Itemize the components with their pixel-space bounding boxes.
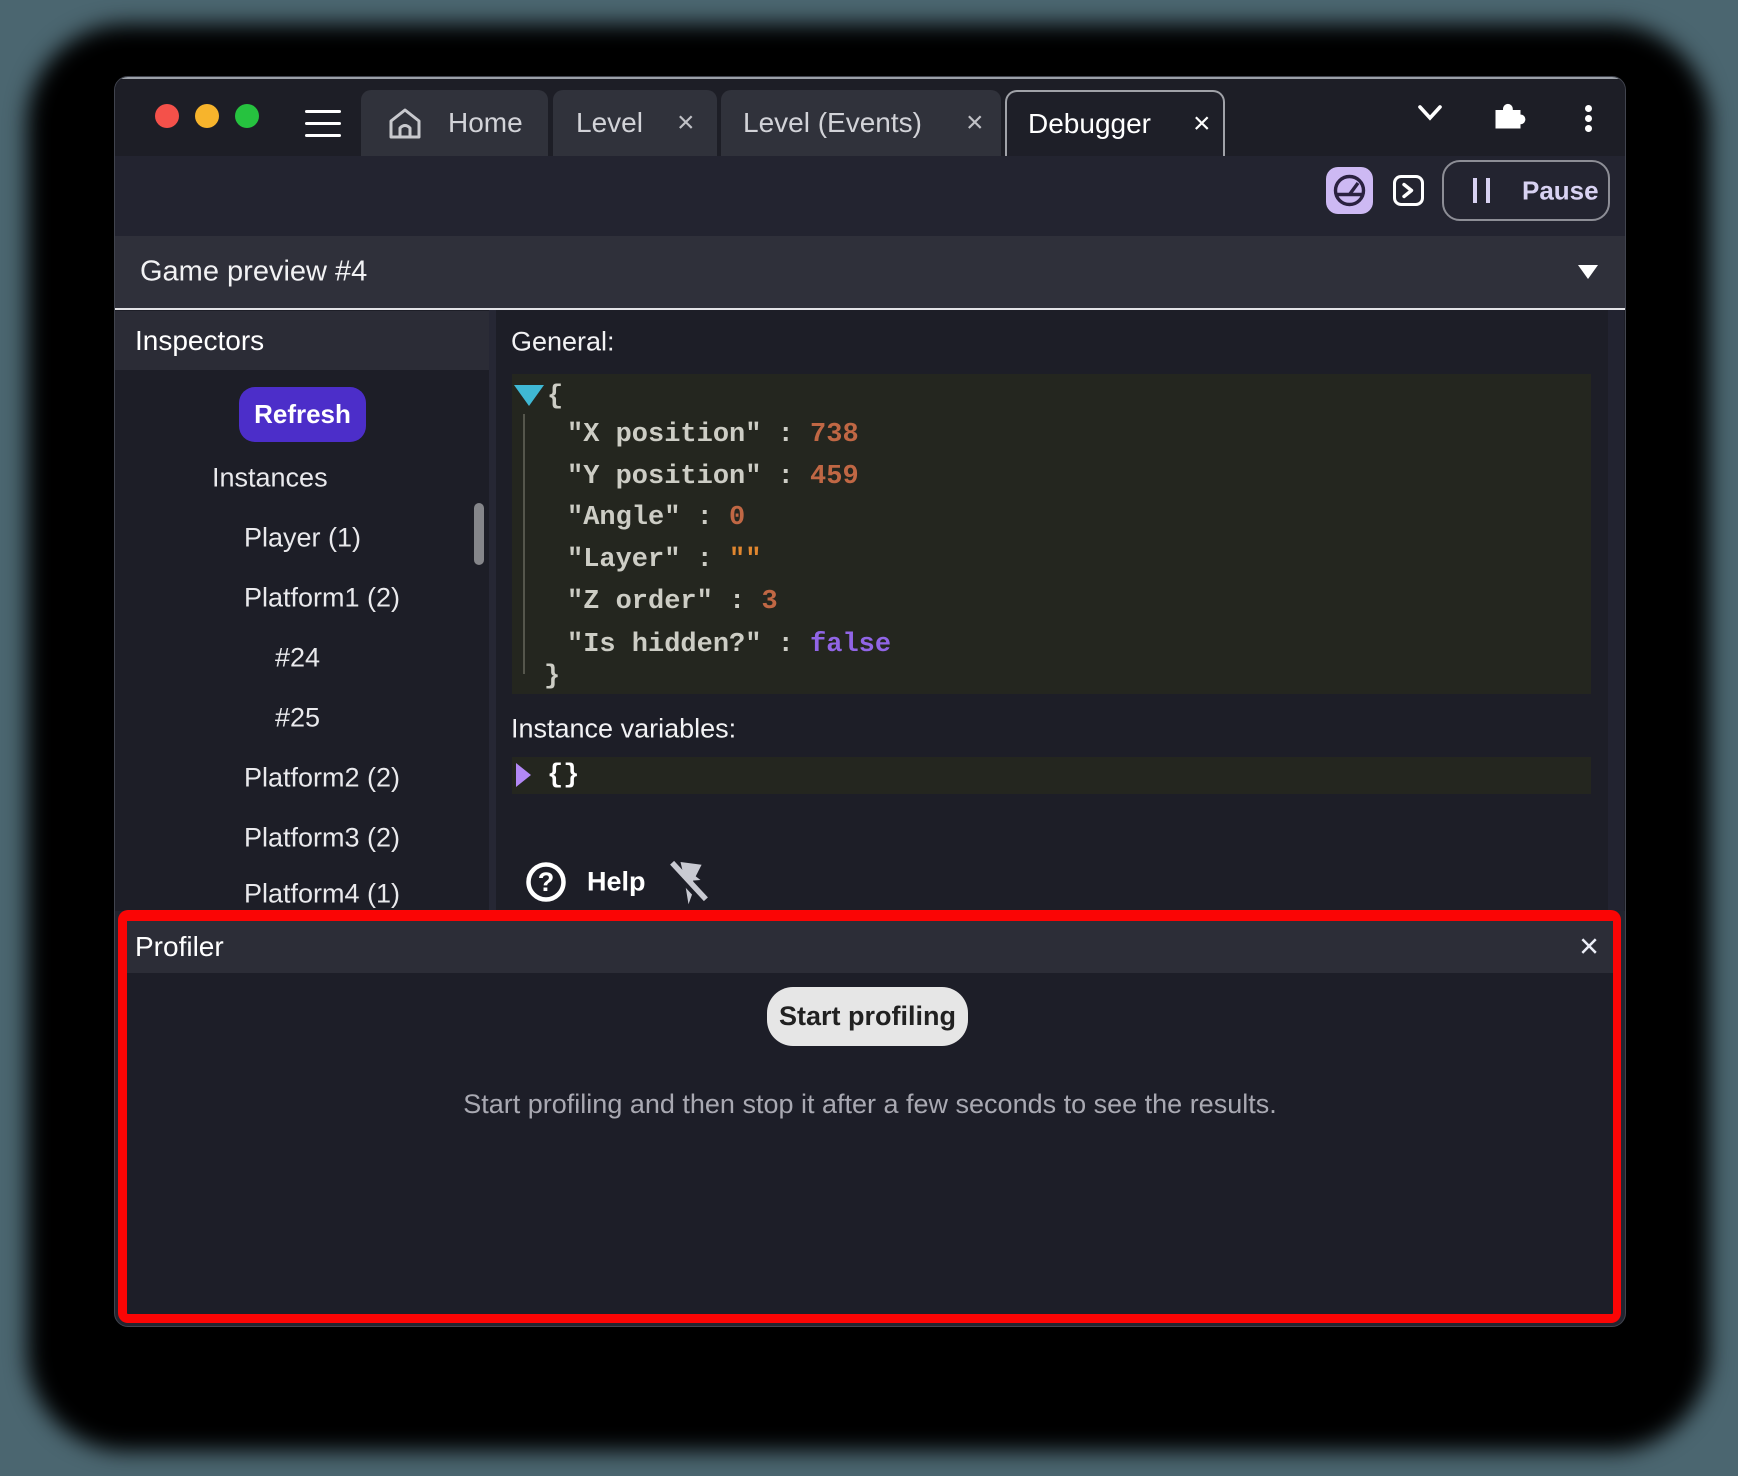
svg-text:?: ? [538, 867, 555, 897]
